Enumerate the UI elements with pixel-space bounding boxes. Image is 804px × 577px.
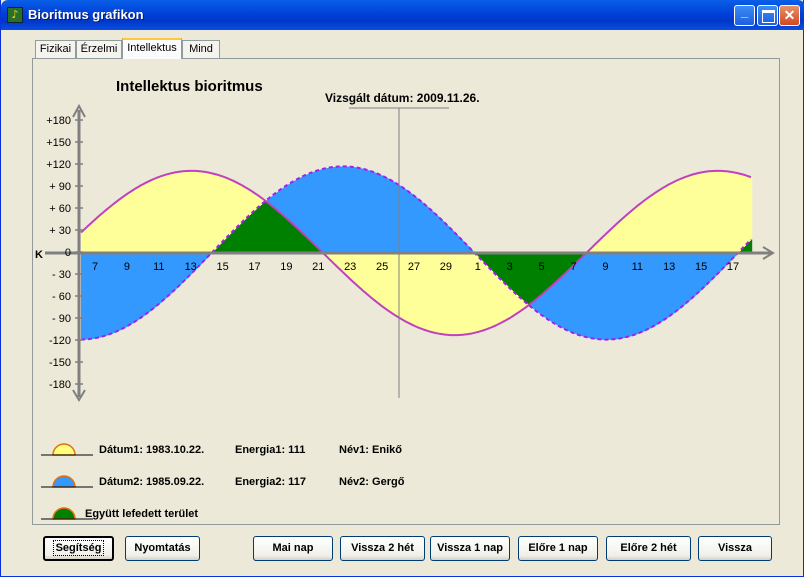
y-tick-label: -150 [49, 357, 71, 369]
x-tick-label: 7 [92, 261, 98, 273]
x-tick-label: 25 [376, 261, 388, 273]
chart-title: Intellektus bioritmus [116, 78, 263, 95]
x-tick-label: 13 [663, 261, 675, 273]
x-tick-label: 17 [248, 261, 260, 273]
x-tick-label: 23 [344, 261, 356, 273]
back-button[interactable]: Vissza [698, 536, 772, 561]
y-tick-label: -180 [49, 379, 71, 391]
y-tick-label: -120 [49, 335, 71, 347]
area-column [751, 239, 753, 254]
back-1-day-button[interactable]: Vissza 1 nap [430, 536, 510, 561]
x-tick-label: 15 [695, 261, 707, 273]
back-2-weeks-button[interactable]: Vissza 2 hét [340, 536, 425, 561]
help-button-label: Segítség [52, 540, 105, 556]
legend-date2: Dátum2: 1985.09.22. [99, 476, 205, 488]
x-tick-label: 29 [440, 261, 452, 273]
forward-2-weeks-button[interactable]: Előre 2 hét [606, 536, 691, 561]
x-tick-label: 9 [602, 261, 608, 273]
legend-energy1: Energia1: 111 [235, 444, 306, 456]
today-button[interactable]: Mai nap [253, 536, 333, 561]
y-tick-label: 0 [65, 247, 71, 259]
y-tick-label: +120 [46, 159, 71, 171]
x-tick-label: 13 [185, 261, 197, 273]
y-tick-label: +180 [46, 115, 71, 127]
legend-icon-person2 [41, 475, 93, 488]
y-tick-label: - 90 [52, 313, 71, 325]
x-tick-label: 19 [280, 261, 292, 273]
legend-date1: Dátum1: 1983.10.22. [99, 444, 205, 456]
y-tick-label: +150 [46, 137, 71, 149]
x-tick-label: 3 [507, 261, 513, 273]
x-tick-label: 27 [408, 261, 420, 273]
y-tick-label: + 60 [49, 203, 71, 215]
x-tick-label: 7 [570, 261, 576, 273]
tab-intellektus[interactable]: Intellektus [122, 38, 182, 59]
area-column [751, 177, 753, 240]
print-button[interactable]: Nyomtatás [125, 536, 200, 561]
app-window: ♪ Bioritmus grafikon _ ✕ Fizikai Érzelmi… [0, 0, 804, 577]
chart-axes [45, 103, 775, 402]
x-tick-label: 1 [475, 261, 481, 273]
x-tick-label: 21 [312, 261, 324, 273]
legend-energy2: Energia2: 117 [235, 476, 306, 488]
x-tick-label: 11 [632, 261, 643, 273]
y-tick-label: - 60 [52, 291, 71, 303]
legend-icon-person1 [41, 443, 93, 456]
examined-date-label: Vizsgált dátum: 2009.11.26. [325, 91, 480, 105]
legend-name2: Név2: Gergő [339, 476, 405, 488]
y-tick-label: + 30 [49, 225, 71, 237]
x-tick-label: 15 [216, 261, 228, 273]
legend-overlap-label: Együtt lefedett terület [85, 508, 199, 520]
x-tick-label: 17 [727, 261, 739, 273]
y-tick-label: + 90 [49, 181, 71, 193]
help-button[interactable]: Segítség [43, 536, 114, 561]
legend-name1: Név1: Enikő [339, 444, 402, 456]
x-tick-label: 11 [153, 261, 164, 273]
forward-1-day-button[interactable]: Előre 1 nap [518, 536, 598, 561]
k-axis-label: K [35, 249, 43, 261]
x-tick-label: 5 [539, 261, 545, 273]
x-tick-label: 9 [124, 261, 130, 273]
y-tick-label: - 30 [52, 269, 71, 281]
